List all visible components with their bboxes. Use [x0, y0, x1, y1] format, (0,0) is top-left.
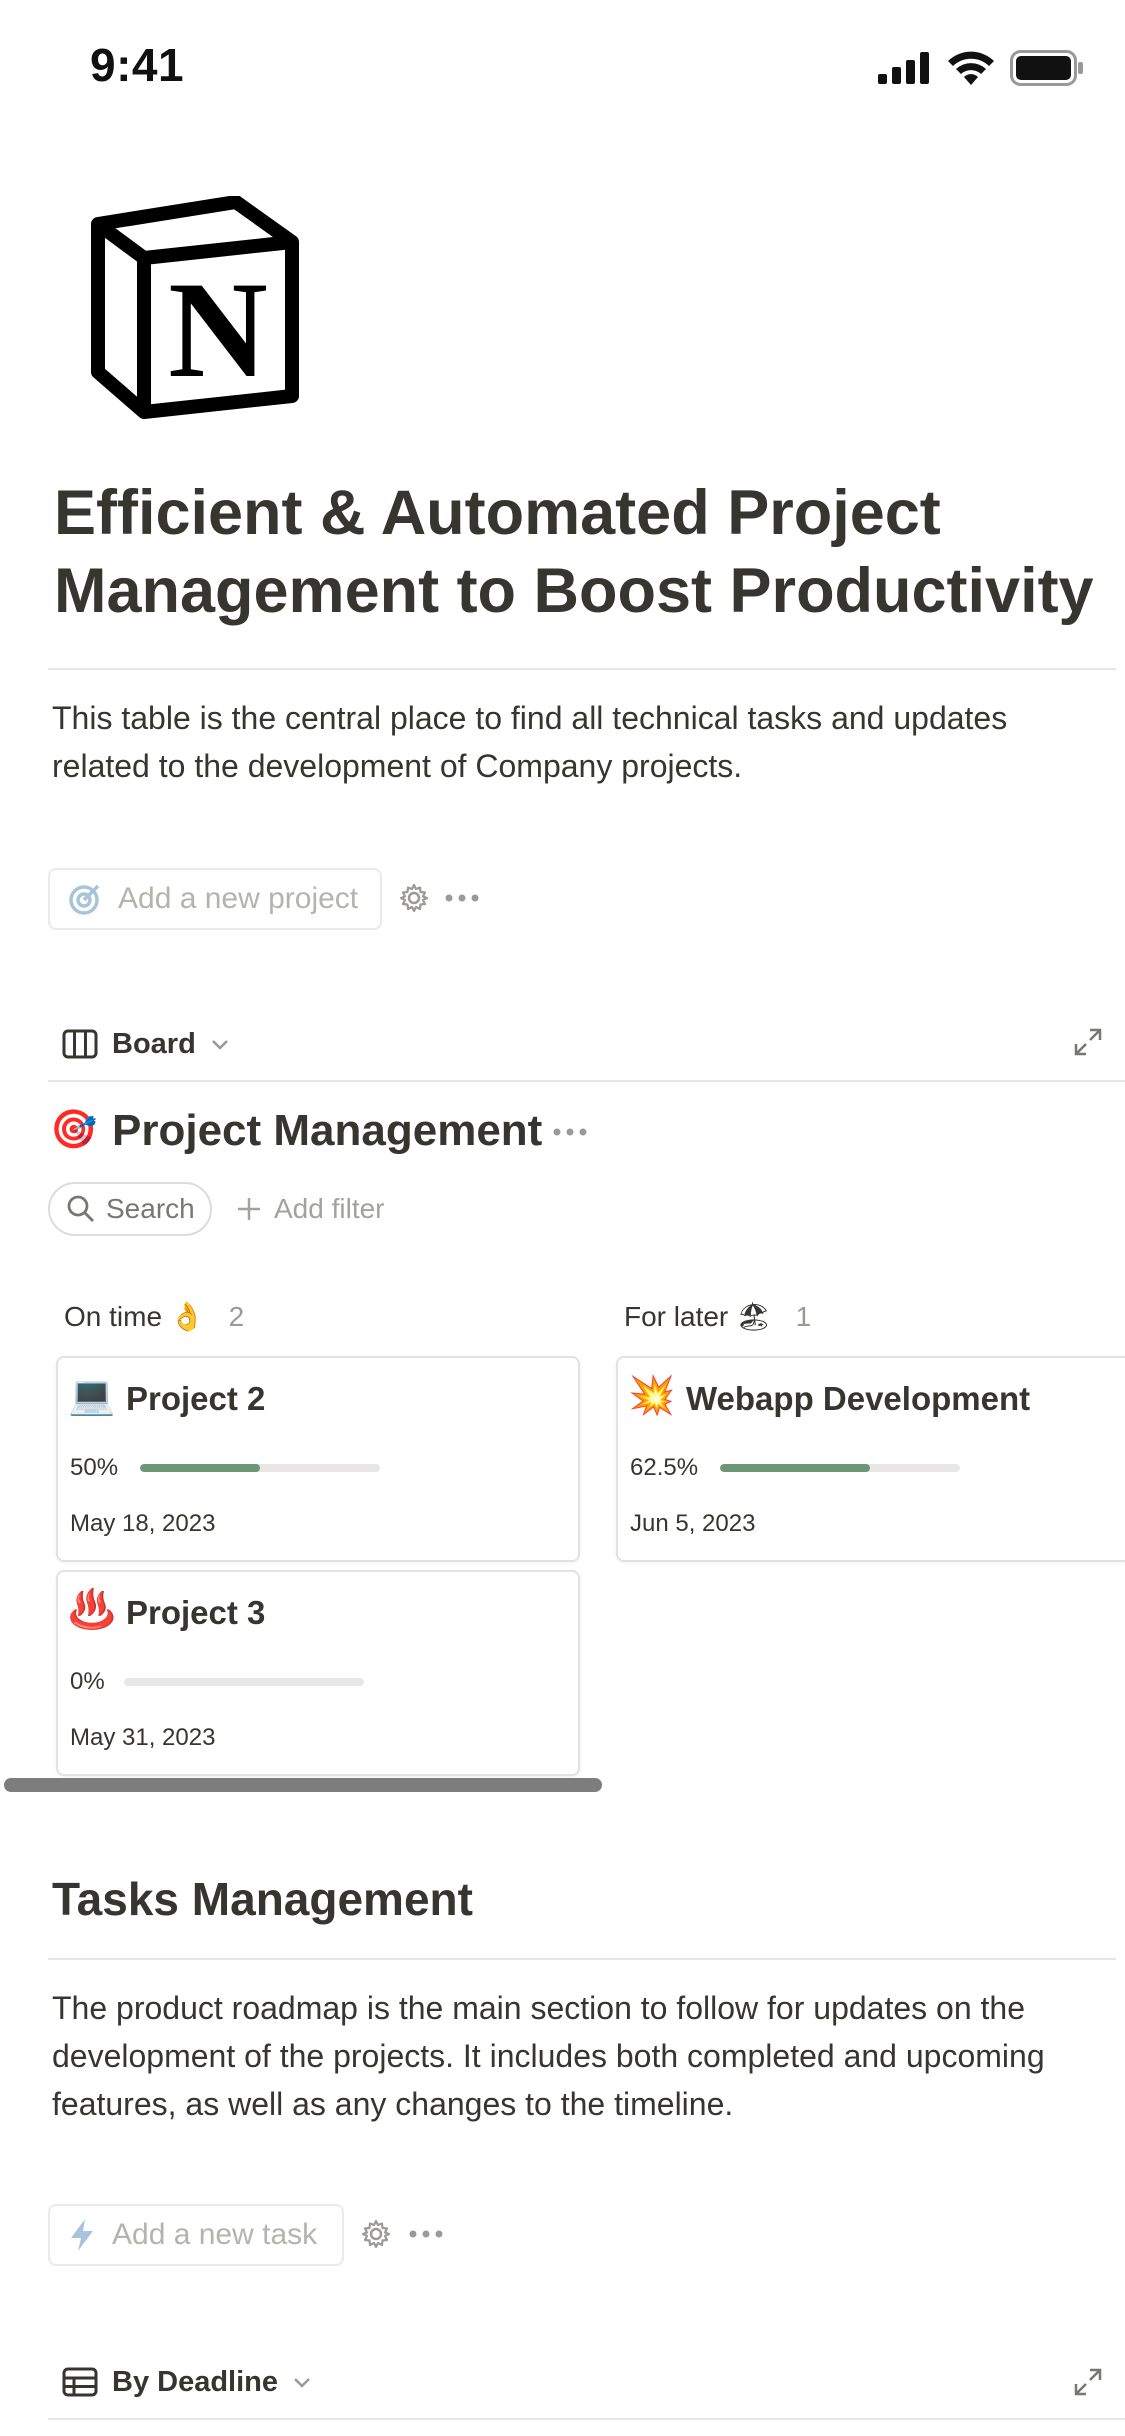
search-icon	[66, 1194, 96, 1224]
lightning-icon	[68, 2218, 96, 2252]
hot-springs-icon: ♨️	[68, 1589, 116, 1631]
table-icon	[62, 2367, 98, 2397]
progress-percent: 50%	[70, 1454, 119, 1481]
gear-icon[interactable]	[398, 882, 430, 914]
deadline-divider	[48, 2418, 1125, 2420]
database-title[interactable]: Project Management	[112, 1106, 542, 1156]
progress-bar	[140, 1464, 380, 1472]
deadline-view-tab[interactable]: By Deadline	[62, 2360, 312, 2404]
board-card[interactable]: ♨️ Project 3 0% May 31, 2023	[56, 1570, 580, 1776]
card-title: Project 3	[126, 1594, 266, 1631]
card-date: May 31, 2023	[70, 1724, 216, 1751]
more-icon[interactable]	[444, 882, 480, 914]
title-divider	[48, 668, 1116, 670]
svg-text:N: N	[168, 253, 268, 406]
chevron-down-icon	[292, 2375, 312, 2389]
page-description: This table is the central place to find …	[52, 700, 1008, 784]
notion-logo: N	[91, 196, 299, 419]
progress-bar	[720, 1464, 960, 1472]
progress-fill	[140, 1464, 260, 1472]
deadline-view-label: By Deadline	[112, 2365, 278, 2398]
laptop-icon: 💻	[68, 1375, 116, 1417]
card-date: Jun 5, 2023	[630, 1510, 756, 1537]
gear-icon[interactable]	[360, 2218, 392, 2250]
signal-icon	[878, 52, 929, 84]
progress-percent: 62.5%	[630, 1454, 699, 1481]
board-view-label: Board	[112, 1027, 196, 1060]
search-button[interactable]: Search	[48, 1182, 212, 1236]
add-filter-button[interactable]: Add filter	[236, 1186, 385, 1232]
expand-icon[interactable]	[1072, 1026, 1104, 1058]
status-time: 9:41	[90, 39, 185, 91]
plus-icon	[236, 1196, 262, 1222]
progress-bar	[124, 1678, 364, 1686]
board-column-header: On time 👌 2	[64, 1300, 244, 1333]
card-date: May 18, 2023	[70, 1510, 216, 1537]
card-title: Project 2	[126, 1380, 266, 1417]
status-icons	[878, 46, 1084, 90]
column-name: For later 🏖	[624, 1301, 772, 1332]
progress-percent: 0%	[70, 1668, 105, 1695]
target-icon	[68, 882, 102, 916]
column-count: 1	[795, 1300, 812, 1332]
battery-icon	[1010, 50, 1083, 86]
add-task-label: Add a new task	[112, 2218, 318, 2251]
more-icon[interactable]	[552, 1116, 588, 1148]
tasks-divider	[48, 1958, 1116, 1960]
board-icon	[62, 1029, 98, 1059]
page-title: Efficient & Automated Project Management…	[54, 478, 1094, 626]
search-label: Search	[106, 1193, 195, 1224]
board-divider	[48, 1080, 1125, 1082]
board-column-header: For later 🏖 1	[624, 1300, 811, 1333]
add-project-button[interactable]: Add a new project	[48, 868, 382, 930]
expand-icon[interactable]	[1072, 2366, 1104, 2398]
add-filter-label: Add filter	[274, 1193, 385, 1224]
add-task-button[interactable]: Add a new task	[48, 2204, 344, 2266]
add-project-label: Add a new project	[118, 882, 359, 915]
more-icon[interactable]	[408, 2218, 444, 2250]
board-card[interactable]: 💻 Project 2 50% May 18, 2023	[56, 1356, 580, 1562]
column-name: On time 👌	[64, 1301, 205, 1332]
horizontal-scrollbar[interactable]	[4, 1778, 602, 1792]
tasks-heading: Tasks Management	[52, 1873, 473, 1925]
progress-fill	[720, 1464, 870, 1472]
card-title: Webapp Development	[686, 1380, 1031, 1417]
board-view-tab[interactable]: Board	[62, 1022, 230, 1066]
collision-icon: 💥	[628, 1375, 676, 1417]
tasks-description: The product roadmap is the main section …	[52, 1990, 1045, 2122]
target-icon: 🎯	[50, 1109, 98, 1151]
wifi-icon	[948, 51, 994, 85]
chevron-down-icon	[210, 1037, 230, 1051]
column-count: 2	[228, 1300, 245, 1332]
board-card[interactable]: 💥 Webapp Development 62.5% Jun 5, 2023	[616, 1356, 1125, 1562]
